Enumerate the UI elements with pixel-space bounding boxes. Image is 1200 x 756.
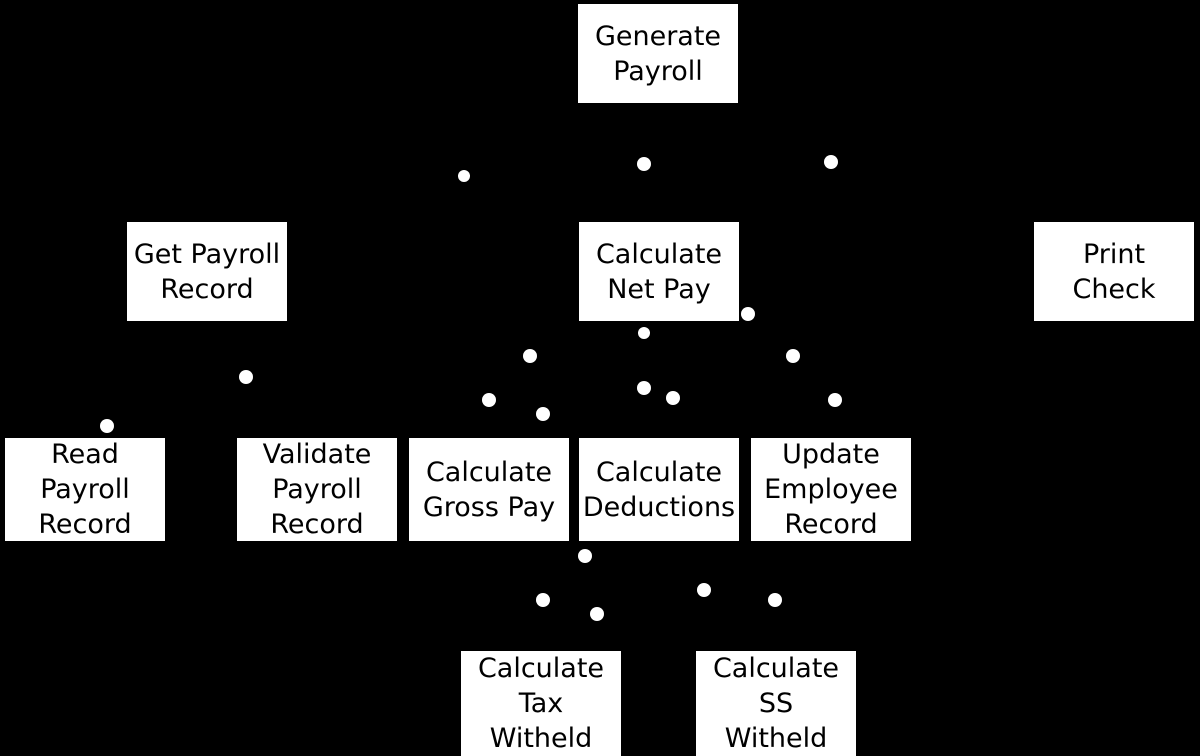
node-calculate-tax-witheld[interactable]: Calculate Tax Witheld — [461, 651, 621, 756]
connector-dot — [824, 155, 838, 169]
connector-dot — [637, 157, 651, 171]
node-label-line: SS — [758, 688, 794, 719]
node-label-line: Payroll — [613, 55, 703, 87]
connector-dot — [523, 349, 537, 363]
node-label-line: Read — [51, 439, 119, 470]
node-label-line: Record — [270, 509, 364, 540]
connector-dot — [590, 607, 604, 621]
node-get-payroll-record[interactable]: Get Payroll Record — [127, 222, 287, 321]
connector-dot — [828, 393, 842, 407]
node-label-line: Employee — [764, 474, 898, 505]
node-label-line: Calculate — [595, 238, 723, 270]
node-read-payroll-record[interactable]: Read Payroll Record — [5, 438, 165, 541]
node-label: Print Check — [1034, 237, 1194, 307]
node-label: Generate Payroll — [578, 19, 738, 89]
node-label-line: Payroll — [272, 474, 362, 505]
node-label-line: Calculate — [712, 653, 840, 684]
connector-dot — [741, 307, 755, 321]
node-calculate-net-pay[interactable]: Calculate Net Pay — [579, 222, 739, 321]
node-label-line: Payroll — [40, 474, 130, 505]
structure-chart-canvas: Generate Payroll Get Payroll Record Calculat… — [0, 0, 1200, 756]
node-generate-payroll[interactable]: Generate Payroll — [578, 4, 738, 103]
node-calculate-ss-witheld[interactable]: Calculate SS Witheld — [696, 651, 856, 756]
node-label-line: Calculate — [477, 653, 605, 684]
node-label-line: Update — [782, 439, 880, 470]
node-label: Validate Payroll Record — [237, 437, 397, 542]
connector-dot — [768, 593, 782, 607]
connector-dot — [637, 381, 651, 395]
connector-dot — [239, 370, 253, 384]
node-label-line: Calculate — [595, 456, 723, 488]
node-label-line: Validate — [262, 439, 372, 470]
node-label-line: Net Pay — [607, 273, 711, 305]
node-label: Read Payroll Record — [5, 437, 165, 542]
node-label: Calculate Tax Witheld — [461, 651, 621, 756]
node-calculate-gross-pay[interactable]: Calculate Gross Pay — [409, 438, 569, 541]
node-label: Calculate Net Pay — [579, 237, 739, 307]
node-label-line: Generate — [594, 20, 722, 52]
connector-dot — [666, 391, 680, 405]
node-validate-payroll-record[interactable]: Validate Payroll Record — [237, 438, 397, 541]
node-label: Calculate SS Witheld — [696, 651, 856, 756]
node-calculate-deductions[interactable]: Calculate Deductions — [579, 438, 739, 541]
node-update-employee-record[interactable]: Update Employee Record — [751, 438, 911, 541]
connector-dot — [100, 419, 114, 433]
node-label-line: Witheld — [489, 723, 593, 754]
connector-dot — [536, 407, 550, 421]
connector-dot — [536, 593, 550, 607]
node-label-line: Tax — [518, 688, 564, 719]
connector-dot — [786, 349, 800, 363]
node-label-line: Record — [160, 273, 254, 305]
node-label-line: Deductions — [582, 491, 736, 523]
node-label-line: Record — [38, 509, 132, 540]
node-label-line: Get Payroll — [133, 238, 281, 270]
node-label-line: Calculate — [425, 456, 553, 488]
connector-dot — [482, 393, 496, 407]
node-label-line: Print — [1082, 238, 1146, 270]
connector-dot — [697, 583, 711, 597]
connector-dot — [638, 327, 650, 339]
node-label-line: Check — [1072, 273, 1156, 305]
node-label: Calculate Deductions — [579, 455, 739, 525]
node-label-line: Gross Pay — [422, 491, 556, 523]
node-label: Get Payroll Record — [127, 237, 287, 307]
node-print-check[interactable]: Print Check — [1034, 222, 1194, 321]
node-label: Calculate Gross Pay — [409, 455, 569, 525]
node-label-line: Witheld — [724, 723, 828, 754]
connector-dot — [578, 549, 592, 563]
node-label: Update Employee Record — [751, 437, 911, 542]
connector-dot — [458, 170, 470, 182]
node-label-line: Record — [784, 509, 878, 540]
